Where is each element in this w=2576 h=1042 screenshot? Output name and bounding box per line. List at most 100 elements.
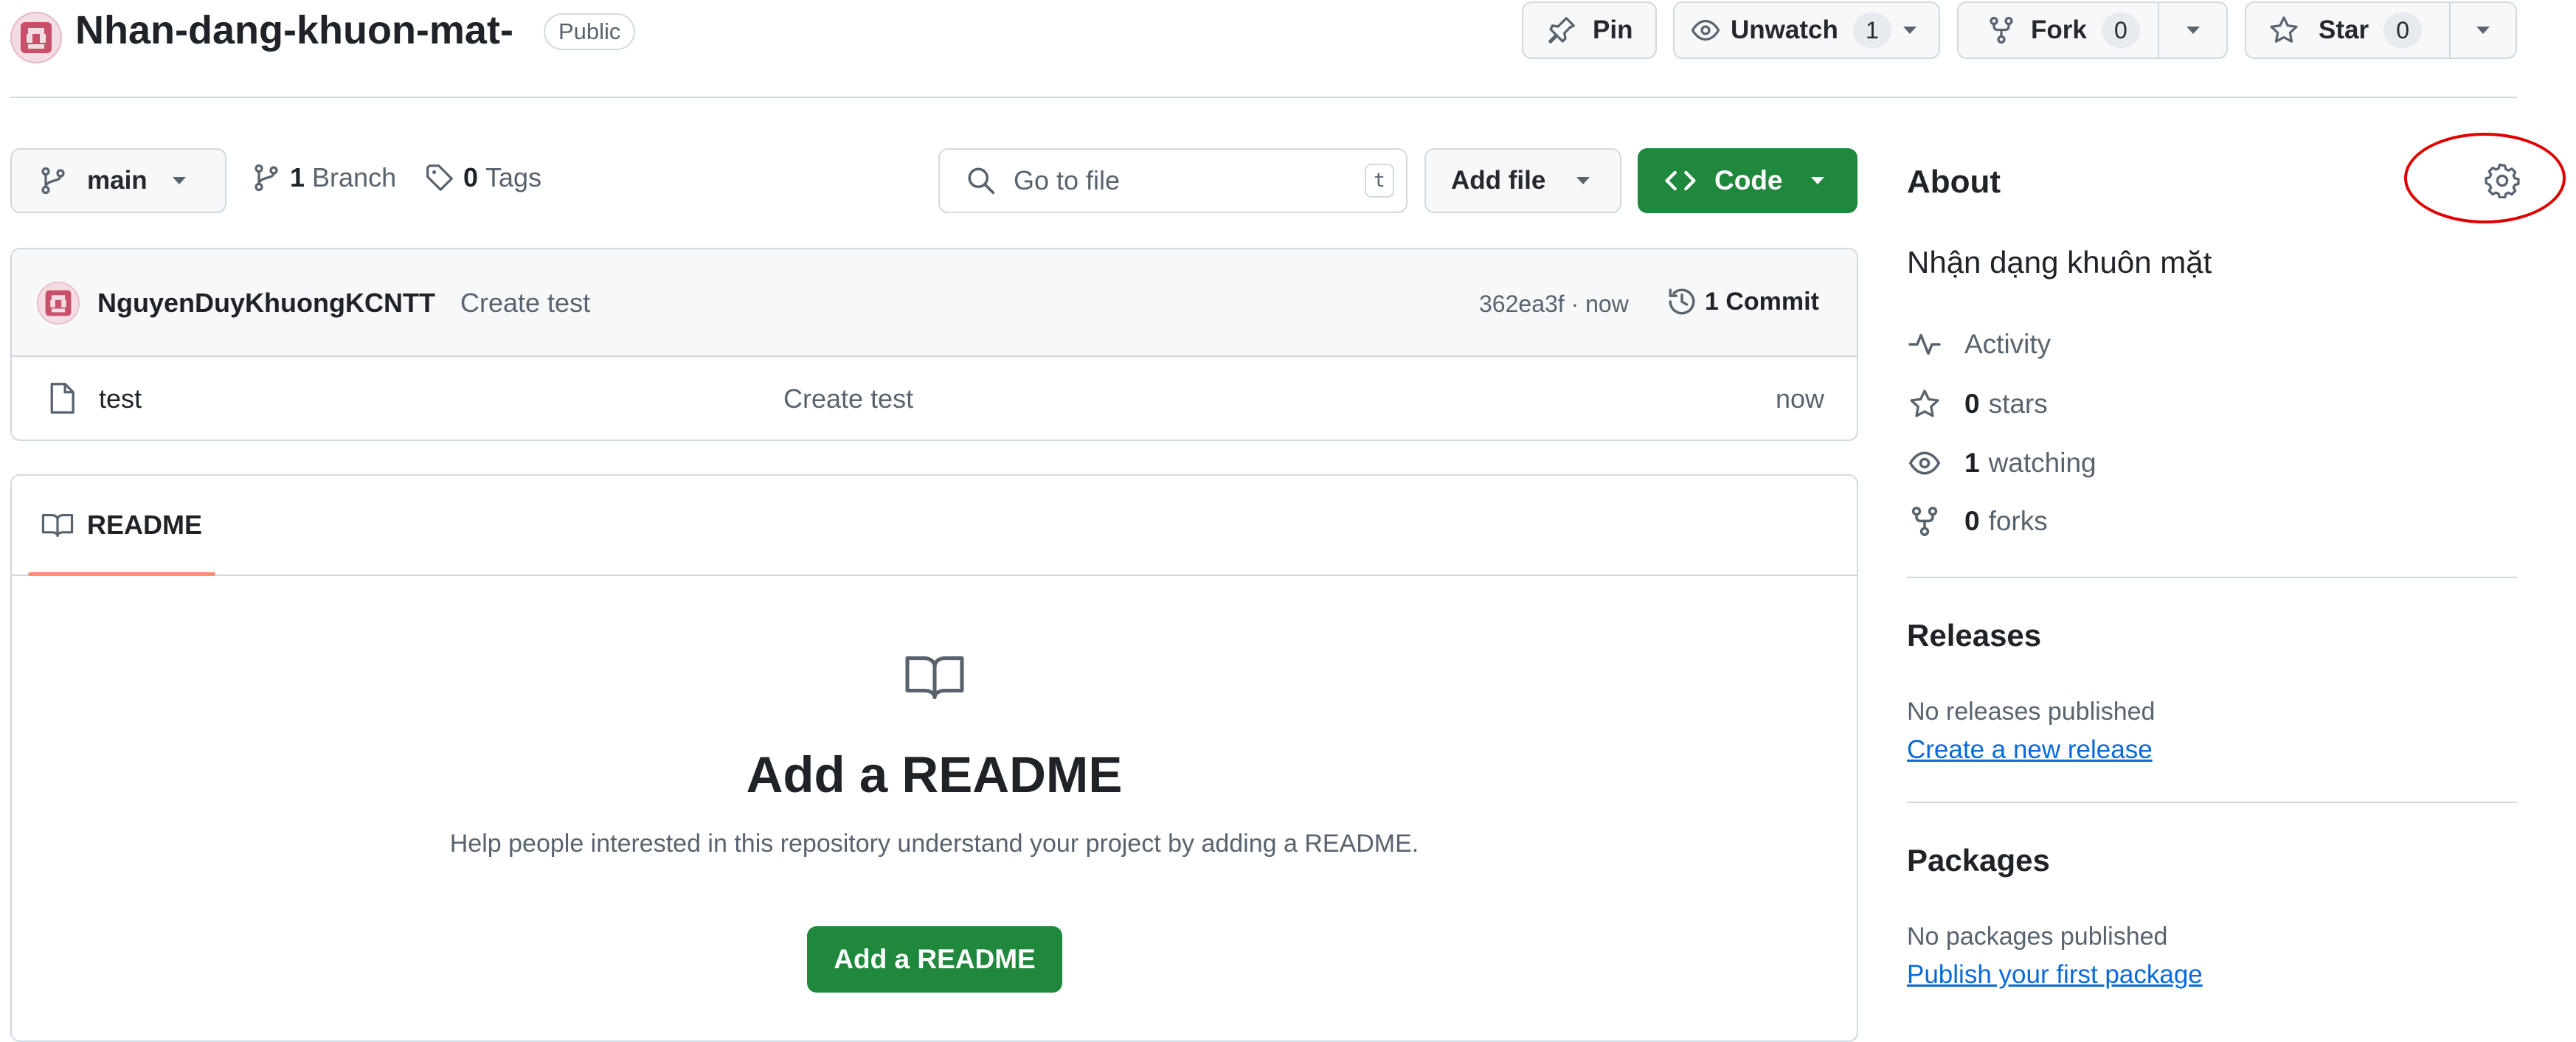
unwatch-button[interactable]: Unwatch 1	[1675, 3, 1891, 58]
eye-icon	[1907, 447, 1942, 479]
forks-count: 0	[1964, 506, 1980, 536]
caret-down-icon	[1902, 25, 1918, 35]
annotation-circle	[2404, 133, 2566, 223]
star-dropdown[interactable]	[2451, 3, 2516, 58]
fork-icon	[1907, 505, 1942, 538]
caret-down-icon	[1810, 176, 1826, 186]
about-title: About	[1907, 164, 2001, 200]
visibility-badge: Public	[544, 13, 636, 50]
pin-icon	[1547, 15, 1576, 45]
repo-avatar[interactable]	[10, 12, 62, 63]
stars-count: 0	[1964, 389, 1980, 419]
code-icon	[1664, 166, 1697, 195]
branch-name: main	[87, 166, 148, 195]
pin-label: Pin	[1593, 15, 1633, 44]
file-commit-message[interactable]: Create test	[783, 383, 913, 414]
readme-description: Help people interested in this repositor…	[449, 830, 1419, 858]
tab-underline	[28, 572, 216, 576]
readme-tab-label: README	[87, 510, 203, 540]
caret-down-icon	[171, 176, 187, 186]
tags-link[interactable]: 0 Tags	[425, 162, 541, 193]
fork-button[interactable]: Fork 0	[1959, 3, 2159, 58]
watching-link[interactable]: 1 watching	[1907, 447, 2097, 479]
tag-count: 0	[463, 162, 479, 192]
code-label: Code	[1714, 165, 1783, 195]
caret-down-icon	[1575, 176, 1591, 186]
latest-commit-bar: NguyenDuyKhuongKCNTT Create test 362ea3f…	[12, 249, 1857, 357]
readme-header: README	[12, 476, 1857, 576]
fork-label: Fork	[2031, 15, 2087, 44]
table-row: test Create test now	[12, 357, 1857, 440]
sidebar-divider	[1907, 802, 2517, 803]
stars-link[interactable]: 0 stars	[1907, 388, 2048, 420]
pin-button[interactable]: Pin	[1522, 1, 1657, 59]
caret-down-icon	[2475, 25, 2491, 35]
star-icon	[2268, 15, 2299, 46]
caret-down-icon	[2185, 25, 2201, 35]
file-table: NguyenDuyKhuongKCNTT Create test 362ea3f…	[10, 248, 1858, 441]
star-label: Star	[2319, 15, 2369, 44]
sidebar-divider	[1907, 577, 2517, 578]
fork-icon	[1987, 15, 2016, 45]
star-button-group: Star 0	[2245, 1, 2517, 59]
branches-link[interactable]: 1 Branch	[252, 162, 396, 193]
fork-button-group: Fork 0	[1957, 1, 2228, 59]
fork-dropdown[interactable]	[2159, 3, 2226, 58]
header-divider	[10, 97, 2517, 98]
create-release-link[interactable]: Create a new release	[1907, 735, 2153, 765]
history-icon	[1666, 286, 1697, 317]
pulse-icon	[1907, 330, 1942, 359]
tag-label: Tags	[485, 162, 542, 192]
search-icon	[966, 166, 996, 195]
branch-count: 1	[290, 162, 305, 192]
search-shortcut-key: t	[1365, 164, 1394, 198]
forks-label: forks	[1988, 506, 2048, 536]
add-readme-button[interactable]: Add a README	[807, 926, 1062, 993]
star-icon	[1907, 388, 1942, 420]
add-readme-label: Add a README	[834, 944, 1036, 974]
branch-icon	[252, 163, 281, 192]
watching-label: watching	[1988, 448, 2097, 478]
commit-history-link[interactable]: 1 Commit	[1666, 286, 1819, 317]
fork-count: 0	[2101, 13, 2140, 48]
readme-heading: Add a README	[746, 746, 1123, 803]
tab-readme[interactable]: README	[28, 476, 216, 576]
go-to-file-search[interactable]: Go to file t	[938, 148, 1408, 213]
packages-title[interactable]: Packages	[1907, 843, 2050, 878]
watching-count: 1	[1964, 448, 1980, 478]
commit-author-avatar[interactable]	[37, 282, 80, 324]
add-file-button[interactable]: Add file	[1424, 148, 1621, 213]
search-placeholder: Go to file	[1014, 165, 1121, 195]
star-count: 0	[2383, 13, 2423, 48]
branch-icon	[38, 166, 68, 195]
repo-name[interactable]: Nhan-dang-khuon-mat-	[75, 7, 513, 53]
readme-box: README Add a README Help people interest…	[10, 474, 1858, 1042]
forks-link[interactable]: 0 forks	[1907, 505, 2048, 538]
file-icon	[47, 382, 77, 414]
book-icon	[41, 510, 74, 540]
file-time: now	[1775, 383, 1824, 414]
branch-label: Branch	[312, 162, 397, 192]
tag-icon	[425, 163, 454, 192]
releases-title[interactable]: Releases	[1907, 618, 2041, 653]
stars-label: stars	[1988, 389, 2048, 419]
activity-link[interactable]: Activity	[1907, 329, 2051, 360]
star-button[interactable]: Star 0	[2246, 3, 2451, 58]
commit-author[interactable]: NguyenDuyKhuongKCNTT	[97, 288, 435, 319]
releases-empty-text: No releases published	[1907, 698, 2156, 726]
unwatch-dropdown[interactable]	[1880, 3, 1939, 58]
add-file-label: Add file	[1451, 166, 1546, 195]
commit-count-label: 1 Commit	[1705, 287, 1819, 316]
commit-hash-time[interactable]: 362ea3f · now	[1479, 291, 1629, 318]
publish-package-link[interactable]: Publish your first package	[1907, 960, 2203, 990]
eye-icon	[1691, 15, 1720, 45]
file-name[interactable]: test	[99, 383, 142, 414]
unwatch-button-group: Unwatch 1	[1673, 1, 1940, 59]
commit-message[interactable]: Create test	[460, 288, 590, 319]
packages-empty-text: No packages published	[1907, 923, 2168, 951]
code-button[interactable]: Code	[1638, 148, 1857, 213]
unwatch-label: Unwatch	[1731, 15, 1838, 44]
about-description: Nhận dạng khuôn mặt	[1907, 245, 2212, 279]
branch-selector[interactable]: main	[10, 148, 226, 213]
book-icon	[901, 650, 969, 704]
